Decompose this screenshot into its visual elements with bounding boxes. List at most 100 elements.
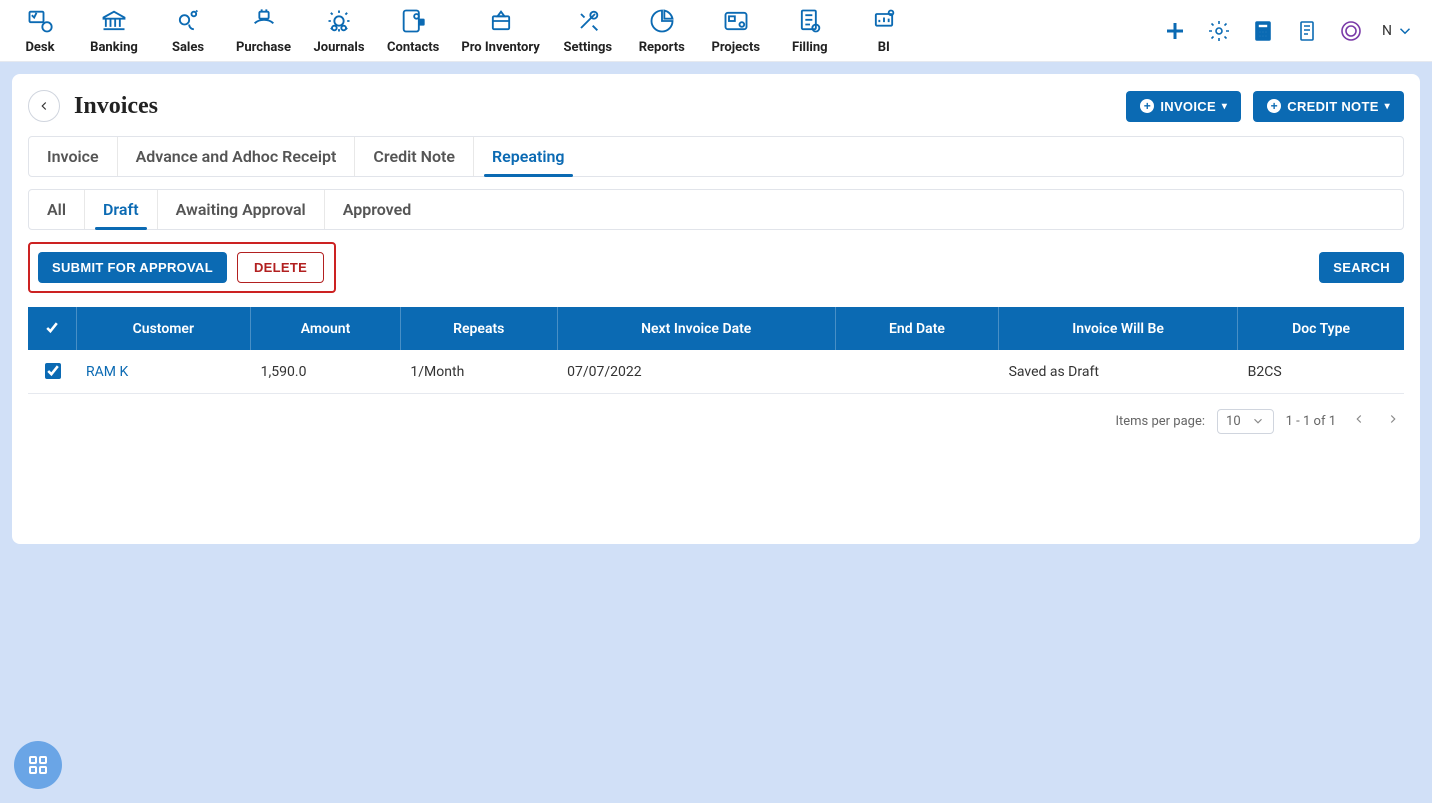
table-row[interactable]: RAM K 1,590.0 1/Month 07/07/2022 Saved a… <box>28 350 1404 394</box>
user-initial: N <box>1382 23 1392 39</box>
chevron-down-icon <box>1396 22 1414 40</box>
button-label: DELETE <box>254 260 307 275</box>
nav-reports[interactable]: Reports <box>636 6 688 55</box>
row-select-checkbox[interactable] <box>45 363 61 379</box>
tab-awaiting-approval[interactable]: Awaiting Approval <box>157 190 324 229</box>
settings-tools-icon <box>573 6 603 36</box>
button-label: INVOICE <box>1160 99 1216 114</box>
nav-label: Desk <box>25 40 54 55</box>
tab-label: Repeating <box>492 147 565 166</box>
prev-page-button[interactable] <box>1348 408 1370 434</box>
button-label: SUBMIT FOR APPROVAL <box>52 260 213 275</box>
col-label: Next Invoice Date <box>641 321 751 337</box>
user-menu[interactable]: N <box>1382 22 1414 40</box>
button-label: SEARCH <box>1333 260 1390 275</box>
back-button[interactable] <box>28 90 60 122</box>
col-label: Invoice Will Be <box>1072 321 1164 337</box>
action-bar: SUBMIT FOR APPROVAL DELETE SEARCH <box>28 242 1404 293</box>
nav-banking[interactable]: Banking <box>88 6 140 55</box>
nav-sales[interactable]: Sales <box>162 6 214 55</box>
col-amount[interactable]: Amount <box>251 307 401 350</box>
new-credit-note-button[interactable]: + CREDIT NOTE ▾ <box>1253 91 1404 122</box>
items-per-page-select[interactable]: 10 <box>1217 409 1274 434</box>
nav-label: Banking <box>90 40 138 55</box>
cell-next-invoice: 07/07/2022 <box>557 350 835 394</box>
col-repeats[interactable]: Repeats <box>400 307 557 350</box>
notes-icon[interactable] <box>1294 18 1320 44</box>
nav-purchase[interactable]: Purchase <box>236 6 291 55</box>
tab-label: Credit Note <box>373 147 455 166</box>
inventory-icon <box>486 6 516 36</box>
bank-icon <box>99 6 129 36</box>
cell-invoice-will-be: Saved as Draft <box>999 350 1238 394</box>
gear-icon[interactable] <box>1206 18 1232 44</box>
projects-icon <box>721 6 751 36</box>
nav-pro-inventory[interactable]: Pro Inventory <box>461 6 539 55</box>
col-label: Customer <box>133 321 194 337</box>
tab-all[interactable]: All <box>29 190 84 229</box>
tab-label: Advance and Adhoc Receipt <box>136 147 337 166</box>
cell-repeats: 1/Month <box>400 350 557 394</box>
delete-button[interactable]: DELETE <box>237 252 324 283</box>
nav-label: Projects <box>711 40 760 55</box>
nav-label: BI <box>878 40 890 55</box>
page-title: Invoices <box>74 93 158 120</box>
sales-icon <box>173 6 203 36</box>
repeating-invoices-table: Customer Amount Repeats Next Invoice Dat… <box>28 307 1404 394</box>
tab-draft[interactable]: Draft <box>84 190 157 229</box>
tab-label: Awaiting Approval <box>176 200 306 219</box>
cell-end-date <box>835 350 998 394</box>
col-invoice-will-be[interactable]: Invoice Will Be <box>999 307 1238 350</box>
app-launcher-button[interactable] <box>14 741 62 789</box>
tab-label: Invoice <box>47 147 99 166</box>
nav-label: Settings <box>563 40 612 55</box>
nav-items: Desk Banking Sales Purchase Journals <box>14 6 910 55</box>
purchase-icon <box>249 6 279 36</box>
col-select-all <box>28 307 76 350</box>
next-page-button[interactable] <box>1382 408 1404 434</box>
cell-customer[interactable]: RAM K <box>86 364 128 380</box>
col-customer[interactable]: Customer <box>76 307 251 350</box>
select-all-checkbox[interactable] <box>44 320 60 336</box>
new-invoice-button[interactable]: + INVOICE ▾ <box>1126 91 1241 122</box>
highlighted-actions: SUBMIT FOR APPROVAL DELETE <box>28 242 336 293</box>
caret-down-icon: ▾ <box>1385 101 1390 112</box>
search-button[interactable]: SEARCH <box>1319 252 1404 283</box>
col-next-invoice[interactable]: Next Invoice Date <box>557 307 835 350</box>
page-card: Invoices + INVOICE ▾ + CREDIT NOTE ▾ Inv… <box>12 74 1420 544</box>
nav-settings[interactable]: Settings <box>562 6 614 55</box>
journals-icon <box>324 6 354 36</box>
col-doc-type[interactable]: Doc Type <box>1238 307 1404 350</box>
nav-bi[interactable]: BI <box>858 6 910 55</box>
submit-for-approval-button[interactable]: SUBMIT FOR APPROVAL <box>38 252 227 283</box>
nav-right: N <box>1162 18 1414 44</box>
reports-icon <box>647 6 677 36</box>
tab-label: All <box>47 200 66 219</box>
nav-filling[interactable]: Filling <box>784 6 836 55</box>
desk-icon <box>25 6 55 36</box>
calculator-icon[interactable] <box>1250 18 1276 44</box>
nav-desk[interactable]: Desk <box>14 6 66 55</box>
page-header: Invoices + INVOICE ▾ + CREDIT NOTE ▾ <box>28 90 1404 122</box>
nav-contacts[interactable]: Contacts <box>387 6 439 55</box>
tab-label: Approved <box>343 200 412 219</box>
page-range: 1 - 1 of 1 <box>1286 414 1336 429</box>
add-icon[interactable] <box>1162 18 1188 44</box>
tab-label: Draft <box>103 200 139 219</box>
nav-label: Journals <box>314 40 365 55</box>
col-label: Repeats <box>453 321 504 337</box>
tab-repeating[interactable]: Repeating <box>473 137 583 176</box>
nav-projects[interactable]: Projects <box>710 6 762 55</box>
contacts-icon <box>398 6 428 36</box>
nav-journals[interactable]: Journals <box>313 6 365 55</box>
tab-approved[interactable]: Approved <box>324 190 430 229</box>
tab-credit-note[interactable]: Credit Note <box>354 137 473 176</box>
tab-invoice[interactable]: Invoice <box>29 137 117 176</box>
filling-icon <box>795 6 825 36</box>
plus-icon: + <box>1140 99 1154 113</box>
button-label: CREDIT NOTE <box>1287 99 1378 114</box>
col-end-date[interactable]: End Date <box>835 307 998 350</box>
cell-amount: 1,590.0 <box>251 350 401 394</box>
tab-advance-receipt[interactable]: Advance and Adhoc Receipt <box>117 137 355 176</box>
new-badge-icon[interactable] <box>1338 18 1364 44</box>
